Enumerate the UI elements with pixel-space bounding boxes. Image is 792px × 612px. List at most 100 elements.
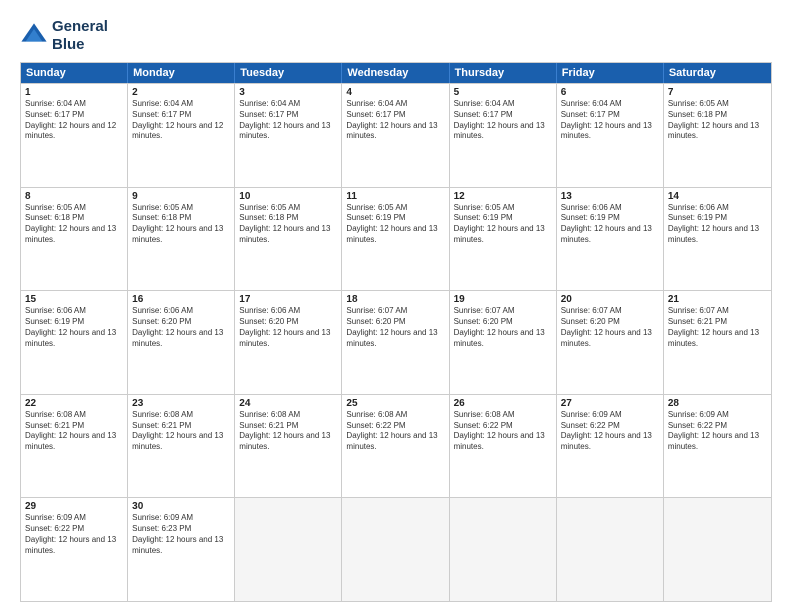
cal-day-21: 21Sunrise: 6:07 AMSunset: 6:21 PMDayligh… bbox=[664, 291, 771, 394]
day-header-tuesday: Tuesday bbox=[235, 63, 342, 83]
cal-week-1: 1Sunrise: 6:04 AMSunset: 6:17 PMDaylight… bbox=[21, 83, 771, 187]
cal-day-19: 19Sunrise: 6:07 AMSunset: 6:20 PMDayligh… bbox=[450, 291, 557, 394]
cal-day-26: 26Sunrise: 6:08 AMSunset: 6:22 PMDayligh… bbox=[450, 395, 557, 498]
day-header-saturday: Saturday bbox=[664, 63, 771, 83]
cell-info: Sunrise: 6:05 AMSunset: 6:19 PMDaylight:… bbox=[454, 203, 552, 246]
cell-info: Sunrise: 6:04 AMSunset: 6:17 PMDaylight:… bbox=[561, 99, 659, 142]
cal-day-27: 27Sunrise: 6:09 AMSunset: 6:22 PMDayligh… bbox=[557, 395, 664, 498]
day-number: 29 bbox=[25, 501, 123, 512]
cell-info: Sunrise: 6:07 AMSunset: 6:20 PMDaylight:… bbox=[454, 306, 552, 349]
cal-day-24: 24Sunrise: 6:08 AMSunset: 6:21 PMDayligh… bbox=[235, 395, 342, 498]
cell-info: Sunrise: 6:04 AMSunset: 6:17 PMDaylight:… bbox=[454, 99, 552, 142]
day-number: 5 bbox=[454, 87, 552, 98]
cell-info: Sunrise: 6:04 AMSunset: 6:17 PMDaylight:… bbox=[346, 99, 444, 142]
day-header-monday: Monday bbox=[128, 63, 235, 83]
day-number: 8 bbox=[25, 191, 123, 202]
day-number: 30 bbox=[132, 501, 230, 512]
cal-day-22: 22Sunrise: 6:08 AMSunset: 6:21 PMDayligh… bbox=[21, 395, 128, 498]
day-number: 16 bbox=[132, 294, 230, 305]
cell-info: Sunrise: 6:04 AMSunset: 6:17 PMDaylight:… bbox=[239, 99, 337, 142]
day-number: 19 bbox=[454, 294, 552, 305]
calendar-body: 1Sunrise: 6:04 AMSunset: 6:17 PMDaylight… bbox=[21, 83, 771, 601]
cal-day-13: 13Sunrise: 6:06 AMSunset: 6:19 PMDayligh… bbox=[557, 188, 664, 291]
logo-icon bbox=[20, 22, 48, 50]
day-number: 12 bbox=[454, 191, 552, 202]
day-header-friday: Friday bbox=[557, 63, 664, 83]
day-number: 18 bbox=[346, 294, 444, 305]
cal-day-9: 9Sunrise: 6:05 AMSunset: 6:18 PMDaylight… bbox=[128, 188, 235, 291]
day-number: 22 bbox=[25, 398, 123, 409]
cal-day-1: 1Sunrise: 6:04 AMSunset: 6:17 PMDaylight… bbox=[21, 84, 128, 187]
cal-empty bbox=[450, 498, 557, 601]
calendar: SundayMondayTuesdayWednesdayThursdayFrid… bbox=[20, 62, 772, 602]
cell-info: Sunrise: 6:06 AMSunset: 6:20 PMDaylight:… bbox=[132, 306, 230, 349]
day-number: 24 bbox=[239, 398, 337, 409]
cal-week-4: 22Sunrise: 6:08 AMSunset: 6:21 PMDayligh… bbox=[21, 394, 771, 498]
day-number: 23 bbox=[132, 398, 230, 409]
calendar-header: SundayMondayTuesdayWednesdayThursdayFrid… bbox=[21, 63, 771, 83]
cell-info: Sunrise: 6:08 AMSunset: 6:21 PMDaylight:… bbox=[132, 410, 230, 453]
header: General Blue bbox=[20, 18, 772, 54]
cal-empty bbox=[664, 498, 771, 601]
cal-day-3: 3Sunrise: 6:04 AMSunset: 6:17 PMDaylight… bbox=[235, 84, 342, 187]
cal-day-18: 18Sunrise: 6:07 AMSunset: 6:20 PMDayligh… bbox=[342, 291, 449, 394]
day-number: 28 bbox=[668, 398, 767, 409]
day-number: 20 bbox=[561, 294, 659, 305]
cal-day-23: 23Sunrise: 6:08 AMSunset: 6:21 PMDayligh… bbox=[128, 395, 235, 498]
cal-day-25: 25Sunrise: 6:08 AMSunset: 6:22 PMDayligh… bbox=[342, 395, 449, 498]
cal-day-30: 30Sunrise: 6:09 AMSunset: 6:23 PMDayligh… bbox=[128, 498, 235, 601]
cell-info: Sunrise: 6:08 AMSunset: 6:22 PMDaylight:… bbox=[346, 410, 444, 453]
day-number: 3 bbox=[239, 87, 337, 98]
day-header-thursday: Thursday bbox=[450, 63, 557, 83]
cal-day-2: 2Sunrise: 6:04 AMSunset: 6:17 PMDaylight… bbox=[128, 84, 235, 187]
cell-info: Sunrise: 6:09 AMSunset: 6:22 PMDaylight:… bbox=[668, 410, 767, 453]
cal-day-5: 5Sunrise: 6:04 AMSunset: 6:17 PMDaylight… bbox=[450, 84, 557, 187]
cell-info: Sunrise: 6:07 AMSunset: 6:20 PMDaylight:… bbox=[561, 306, 659, 349]
cal-day-10: 10Sunrise: 6:05 AMSunset: 6:18 PMDayligh… bbox=[235, 188, 342, 291]
cell-info: Sunrise: 6:06 AMSunset: 6:19 PMDaylight:… bbox=[25, 306, 123, 349]
day-number: 27 bbox=[561, 398, 659, 409]
day-number: 10 bbox=[239, 191, 337, 202]
cell-info: Sunrise: 6:06 AMSunset: 6:20 PMDaylight:… bbox=[239, 306, 337, 349]
day-number: 2 bbox=[132, 87, 230, 98]
cell-info: Sunrise: 6:05 AMSunset: 6:18 PMDaylight:… bbox=[239, 203, 337, 246]
day-header-wednesday: Wednesday bbox=[342, 63, 449, 83]
cell-info: Sunrise: 6:07 AMSunset: 6:20 PMDaylight:… bbox=[346, 306, 444, 349]
cell-info: Sunrise: 6:06 AMSunset: 6:19 PMDaylight:… bbox=[561, 203, 659, 246]
cal-day-20: 20Sunrise: 6:07 AMSunset: 6:20 PMDayligh… bbox=[557, 291, 664, 394]
day-number: 25 bbox=[346, 398, 444, 409]
cell-info: Sunrise: 6:08 AMSunset: 6:21 PMDaylight:… bbox=[239, 410, 337, 453]
cell-info: Sunrise: 6:09 AMSunset: 6:23 PMDaylight:… bbox=[132, 513, 230, 556]
cal-day-4: 4Sunrise: 6:04 AMSunset: 6:17 PMDaylight… bbox=[342, 84, 449, 187]
cal-day-11: 11Sunrise: 6:05 AMSunset: 6:19 PMDayligh… bbox=[342, 188, 449, 291]
cal-day-7: 7Sunrise: 6:05 AMSunset: 6:18 PMDaylight… bbox=[664, 84, 771, 187]
cal-empty bbox=[235, 498, 342, 601]
day-header-sunday: Sunday bbox=[21, 63, 128, 83]
cal-day-8: 8Sunrise: 6:05 AMSunset: 6:18 PMDaylight… bbox=[21, 188, 128, 291]
day-number: 21 bbox=[668, 294, 767, 305]
cell-info: Sunrise: 6:09 AMSunset: 6:22 PMDaylight:… bbox=[561, 410, 659, 453]
cal-week-5: 29Sunrise: 6:09 AMSunset: 6:22 PMDayligh… bbox=[21, 497, 771, 601]
cal-week-2: 8Sunrise: 6:05 AMSunset: 6:18 PMDaylight… bbox=[21, 187, 771, 291]
cell-info: Sunrise: 6:05 AMSunset: 6:18 PMDaylight:… bbox=[25, 203, 123, 246]
cal-day-17: 17Sunrise: 6:06 AMSunset: 6:20 PMDayligh… bbox=[235, 291, 342, 394]
logo: General Blue bbox=[20, 18, 108, 54]
cell-info: Sunrise: 6:07 AMSunset: 6:21 PMDaylight:… bbox=[668, 306, 767, 349]
day-number: 9 bbox=[132, 191, 230, 202]
page: General Blue SundayMondayTuesdayWednesda… bbox=[0, 0, 792, 612]
cal-empty bbox=[342, 498, 449, 601]
cell-info: Sunrise: 6:05 AMSunset: 6:19 PMDaylight:… bbox=[346, 203, 444, 246]
cell-info: Sunrise: 6:05 AMSunset: 6:18 PMDaylight:… bbox=[132, 203, 230, 246]
cal-empty bbox=[557, 498, 664, 601]
day-number: 6 bbox=[561, 87, 659, 98]
cell-info: Sunrise: 6:04 AMSunset: 6:17 PMDaylight:… bbox=[25, 99, 123, 142]
cell-info: Sunrise: 6:04 AMSunset: 6:17 PMDaylight:… bbox=[132, 99, 230, 142]
cal-day-14: 14Sunrise: 6:06 AMSunset: 6:19 PMDayligh… bbox=[664, 188, 771, 291]
day-number: 11 bbox=[346, 191, 444, 202]
day-number: 15 bbox=[25, 294, 123, 305]
cal-day-28: 28Sunrise: 6:09 AMSunset: 6:22 PMDayligh… bbox=[664, 395, 771, 498]
day-number: 13 bbox=[561, 191, 659, 202]
cell-info: Sunrise: 6:08 AMSunset: 6:21 PMDaylight:… bbox=[25, 410, 123, 453]
day-number: 1 bbox=[25, 87, 123, 98]
cal-week-3: 15Sunrise: 6:06 AMSunset: 6:19 PMDayligh… bbox=[21, 290, 771, 394]
